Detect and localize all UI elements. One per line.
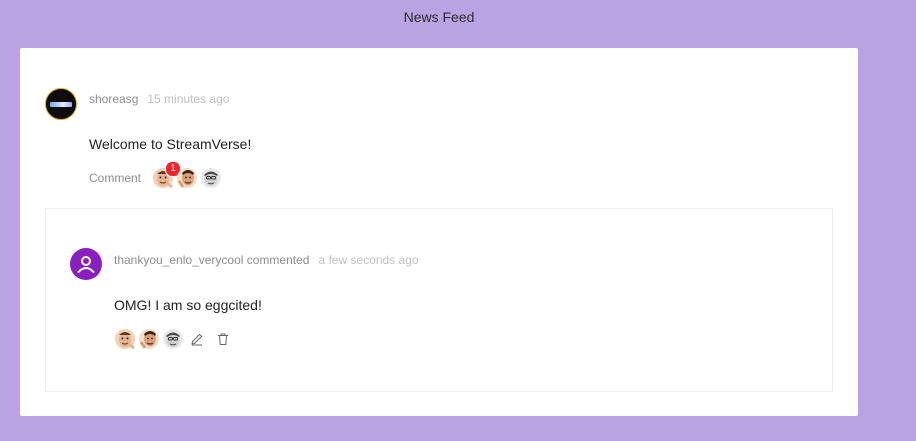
post-text: Welcome to StreamVerse! bbox=[89, 136, 252, 152]
post-meta: shoreasg 15 minutes ago bbox=[89, 92, 229, 106]
comment-reaction-emote-1[interactable] bbox=[114, 328, 136, 350]
streamverse-logo-icon bbox=[50, 101, 72, 107]
delete-comment-button[interactable] bbox=[216, 332, 230, 346]
comment-actions bbox=[114, 328, 234, 350]
user-icon bbox=[77, 256, 95, 273]
trash-icon bbox=[218, 333, 228, 345]
post-author-avatar[interactable] bbox=[45, 88, 77, 120]
comment-thread: thankyou_enlo_verycool commented a few se… bbox=[45, 208, 833, 392]
comment-author-line[interactable]: thankyou_enlo_verycool commented bbox=[114, 253, 309, 267]
feed-card: shoreasg 15 minutes ago Welcome to Stream… bbox=[20, 48, 858, 416]
comment-reaction-emote-2[interactable] bbox=[138, 328, 160, 350]
post-actions: Comment 1 bbox=[89, 161, 224, 189]
reaction-emote-1[interactable]: 1 bbox=[152, 161, 182, 189]
edit-comment-button[interactable] bbox=[190, 332, 204, 346]
face-emote-1-icon bbox=[115, 329, 135, 350]
comment-meta: thankyou_enlo_verycool commented a few se… bbox=[114, 253, 419, 267]
face-emote-3-icon bbox=[201, 168, 222, 188]
reaction-emote-3[interactable] bbox=[200, 167, 222, 189]
post-author-name[interactable]: shoreasg bbox=[89, 92, 138, 106]
comment-text: OMG! I am so eggcited! bbox=[114, 297, 262, 313]
page-title: News Feed bbox=[403, 9, 475, 25]
pencil-icon bbox=[191, 333, 203, 346]
comment-timestamp: a few seconds ago bbox=[318, 253, 419, 267]
post-timestamp: 15 minutes ago bbox=[147, 92, 230, 106]
face-emote-2-icon bbox=[139, 329, 159, 349]
face-emote-2-icon bbox=[177, 168, 198, 188]
comment-author-avatar[interactable] bbox=[70, 248, 102, 280]
reaction-emote-2[interactable] bbox=[176, 167, 198, 189]
comment-reaction-emote-3[interactable] bbox=[162, 328, 184, 350]
comment-button[interactable]: Comment bbox=[89, 171, 141, 185]
face-emote-3-icon bbox=[163, 329, 183, 349]
